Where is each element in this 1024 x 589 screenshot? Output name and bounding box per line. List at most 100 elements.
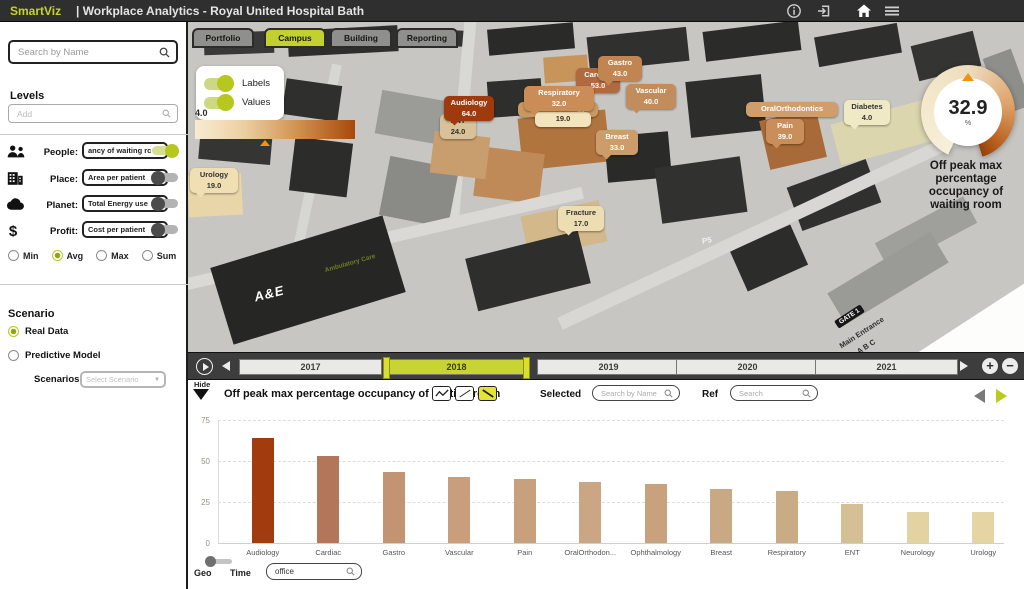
dept-label-190[interactable]: 19.0 <box>535 112 591 127</box>
bar-ent[interactable] <box>841 504 863 543</box>
toggle-switch[interactable] <box>204 78 234 90</box>
tab-campus[interactable]: Campus <box>264 28 326 48</box>
map-toggle-values[interactable]: Values <box>204 93 284 112</box>
timeline-year-2019[interactable]: 2019 <box>537 359 680 375</box>
brand-logo: SmartViz <box>10 4 61 18</box>
agg-option-sum[interactable]: Sum <box>142 250 177 261</box>
timeline-prev-icon[interactable] <box>222 361 230 371</box>
timeline-year-2021[interactable]: 2021 <box>815 359 958 375</box>
main-area: LabelsValues 4.0 32.9 % Off peak max per… <box>188 22 1024 589</box>
bar-respiratory[interactable] <box>776 491 798 543</box>
dept-label-fracture[interactable]: Fracture17.0 <box>558 206 604 231</box>
bar-cardiac[interactable] <box>317 456 339 543</box>
bar-breast[interactable] <box>710 489 732 543</box>
timeline-year-2017[interactable]: 2017 <box>239 359 382 375</box>
dept-value: 43.0 <box>602 69 638 80</box>
radio-icon[interactable] <box>142 250 153 261</box>
metric-toggle[interactable] <box>152 225 178 234</box>
gauge-caption: Off peak max percentage occupancy of wai… <box>910 160 1022 212</box>
bar-ophthalmology[interactable] <box>645 484 667 543</box>
radio-icon[interactable] <box>96 250 107 261</box>
scenario-option-real-data[interactable]: Real Data <box>8 326 68 337</box>
dept-label-diabetes[interactable]: Diabetes4.0 <box>844 100 890 125</box>
zoom-in-button[interactable]: + <box>982 358 998 374</box>
map-building <box>282 78 342 121</box>
radio-icon[interactable] <box>8 250 19 261</box>
legend-min-value: 4.0 <box>195 108 208 118</box>
chart-page-prev-icon[interactable] <box>974 389 985 403</box>
metric-toggle[interactable] <box>152 173 178 182</box>
radio-icon[interactable] <box>52 250 63 261</box>
map-display-toggles: LabelsValues <box>196 66 284 120</box>
dept-label-breast[interactable]: Breast33.0 <box>596 130 638 155</box>
svg-text:$: $ <box>9 223 18 239</box>
bar-oralorthodon[interactable] <box>579 482 601 543</box>
bar-neurology[interactable] <box>907 512 929 543</box>
map-building <box>655 156 748 223</box>
selected-search-input[interactable] <box>599 388 664 399</box>
bar-vascular[interactable] <box>448 477 470 543</box>
gauge-unit: % <box>965 120 971 127</box>
agg-option-min[interactable]: Min <box>8 250 39 261</box>
menu-icon[interactable] <box>884 3 900 19</box>
bar-pain[interactable] <box>514 479 536 543</box>
timeline-year-2018[interactable]: 2018 <box>385 359 528 375</box>
dept-label-respiratory[interactable]: Respiratory32.0 <box>524 86 594 111</box>
geo-time-slider[interactable] <box>206 559 232 564</box>
trend-line-view-button[interactable] <box>455 386 474 401</box>
hide-panel-button[interactable] <box>193 389 209 400</box>
dept-label-pain[interactable]: Pain39.0 <box>766 119 804 144</box>
radio-icon[interactable] <box>8 326 19 337</box>
home-icon[interactable] <box>856 3 872 19</box>
levels-add-input[interactable] <box>15 108 162 120</box>
agg-option-avg[interactable]: Avg <box>52 250 84 261</box>
dept-label-gastro[interactable]: Gastro43.0 <box>598 56 642 81</box>
dept-value: 40.0 <box>630 97 672 108</box>
category-filter-input[interactable] <box>273 566 346 577</box>
dept-label-urology[interactable]: Urology19.0 <box>190 168 238 193</box>
metric-toggle[interactable] <box>152 199 178 208</box>
timeline-next-icon[interactable] <box>960 361 968 371</box>
geo-label: Geo <box>194 568 212 578</box>
bar-audiology[interactable] <box>252 438 274 543</box>
campus-map[interactable]: LabelsValues 4.0 32.9 % Off peak max per… <box>188 22 1024 352</box>
agg-option-max[interactable]: Max <box>96 250 129 261</box>
toggle-knob-icon <box>151 171 165 185</box>
category-filter-box[interactable] <box>266 563 362 580</box>
dept-label-oralorthodontics[interactable]: OralOrthodontics <box>746 102 838 117</box>
scenario-option-predictive-model[interactable]: Predictive Model <box>8 350 101 361</box>
exit-icon[interactable] <box>816 3 832 19</box>
tab-reporting[interactable]: Reporting <box>396 28 458 48</box>
zoom-out-button[interactable]: − <box>1002 358 1018 374</box>
play-button[interactable] <box>196 358 213 375</box>
metric-label: Place: <box>26 174 78 185</box>
scenarios-select[interactable]: Select Scenario▼ <box>80 371 166 388</box>
radio-icon[interactable] <box>8 350 19 361</box>
toggle-switch[interactable] <box>204 97 234 109</box>
chart-page-next-icon[interactable] <box>996 389 1007 403</box>
ref-search-box[interactable] <box>730 385 818 401</box>
info-icon[interactable] <box>786 3 802 19</box>
line-chart-view-button[interactable] <box>432 386 451 401</box>
selected-search-box[interactable] <box>592 385 680 401</box>
category-label: Pain <box>492 548 558 557</box>
tab-building[interactable]: Building <box>330 28 392 48</box>
ref-search-input[interactable] <box>737 388 802 399</box>
search-input[interactable] <box>16 46 159 59</box>
timeline-year-2020[interactable]: 2020 <box>676 359 819 375</box>
y-axis-line <box>218 420 219 543</box>
slider-knob[interactable] <box>205 556 216 567</box>
levels-add-box[interactable] <box>8 104 178 123</box>
tab-portfolio[interactable]: Portfolio <box>192 28 254 48</box>
bar-urology[interactable] <box>972 512 994 543</box>
map-toggle-labels[interactable]: Labels <box>204 74 284 93</box>
highlight-view-button[interactable] <box>478 386 497 401</box>
bar-gastro[interactable] <box>383 472 405 543</box>
divider <box>0 134 188 135</box>
dept-label-vascular[interactable]: Vascular40.0 <box>626 84 676 109</box>
metric-toggle[interactable] <box>152 146 178 155</box>
dept-label-audiology[interactable]: Audiology64.0 <box>444 96 494 121</box>
dept-name: Vascular <box>630 86 672 97</box>
search-by-name-box[interactable] <box>8 40 178 64</box>
toggle-knob-icon <box>151 223 165 237</box>
